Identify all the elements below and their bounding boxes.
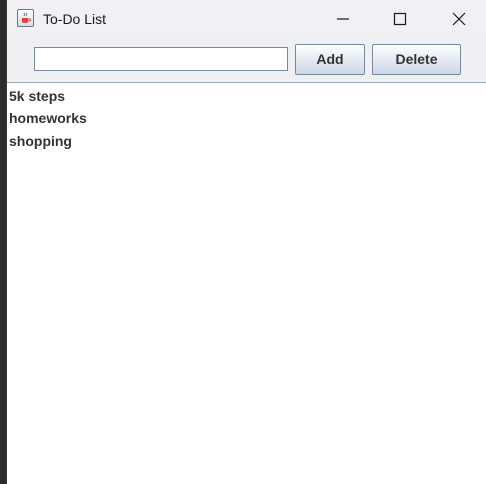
maximize-icon bbox=[393, 12, 407, 26]
add-button[interactable]: Add bbox=[295, 44, 365, 75]
maximize-button[interactable] bbox=[377, 0, 423, 38]
title-bar[interactable]: To-Do List bbox=[7, 0, 486, 38]
task-list[interactable]: 5k steps homeworks shopping bbox=[7, 83, 486, 484]
list-item[interactable]: homeworks bbox=[9, 109, 87, 127]
delete-button[interactable]: Delete bbox=[372, 44, 461, 75]
task-input[interactable] bbox=[34, 47, 288, 71]
close-icon bbox=[452, 12, 466, 26]
input-toolbar: Add Delete bbox=[7, 38, 486, 83]
minimize-button[interactable] bbox=[320, 0, 366, 38]
java-coffee-cup-icon bbox=[17, 9, 34, 27]
list-item[interactable]: shopping bbox=[9, 132, 72, 150]
window-title: To-Do List bbox=[43, 11, 107, 27]
minimize-icon bbox=[337, 18, 349, 20]
list-item[interactable]: 5k steps bbox=[9, 87, 65, 105]
close-button[interactable] bbox=[436, 0, 482, 38]
todo-window: To-Do List Add Delete 5k steps homeworks… bbox=[7, 0, 486, 484]
